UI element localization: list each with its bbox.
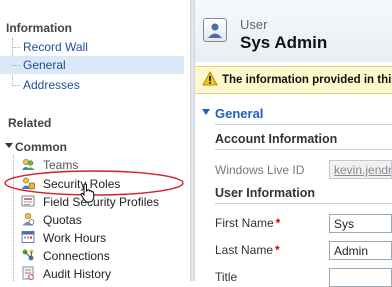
tree-branch [12, 85, 20, 86]
nav-item-quotas[interactable]: Quotas [43, 213, 82, 227]
user-avatar-icon [203, 18, 227, 42]
list-item[interactable] [21, 230, 35, 247]
windows-live-id-field: kevin.jendro [329, 160, 392, 179]
connections-icon [22, 249, 34, 261]
account-information-title: Account Information [215, 132, 338, 146]
nav-item-connections[interactable]: Connections [43, 249, 110, 263]
warning-icon [202, 71, 218, 86]
list-item[interactable] [21, 266, 35, 283]
form-pane: User Sys Admin The information provided … [195, 0, 392, 287]
nav-item-audit-history[interactable]: Audit History [43, 267, 111, 281]
work-hours-icon [21, 231, 35, 243]
collapse-arrow-icon[interactable] [5, 143, 13, 148]
first-name-label-text: First Name [215, 216, 274, 230]
nav-item-work-hours[interactable]: Work Hours [43, 231, 106, 245]
first-name-label: First Name * [215, 216, 280, 230]
last-name-input[interactable]: Admin [329, 241, 392, 260]
section-title-general[interactable]: General [215, 106, 263, 121]
nav-item-addresses[interactable]: Addresses [23, 78, 80, 92]
tree-branch [12, 47, 20, 48]
nav-item-general[interactable]: General [23, 58, 66, 72]
tree-branch [12, 65, 20, 66]
notification-text: The information provided in this [222, 74, 392, 86]
last-name-label-text: Last Name [215, 243, 274, 257]
user-information-title: User Information [215, 186, 316, 200]
section-collapse-icon[interactable] [202, 109, 210, 115]
first-name-input[interactable]: Sys [329, 214, 392, 233]
subsection-divider [215, 149, 392, 150]
left-navigation: Information Record Wall General Addresse… [0, 0, 190, 281]
windows-live-id-label: Windows Live ID [215, 163, 305, 177]
last-name-label: Last Name * [215, 243, 280, 257]
common-section-title[interactable]: Common [15, 140, 67, 154]
title-label: Title [215, 270, 238, 284]
user-icon [208, 23, 222, 38]
entity-type-label: User [240, 17, 268, 32]
information-section-title: Information [6, 21, 72, 35]
title-input[interactable] [329, 268, 392, 287]
nav-item-record-wall[interactable]: Record Wall [23, 40, 88, 54]
quotas-icon [22, 212, 35, 226]
list-item[interactable] [21, 248, 35, 265]
required-marker: * [275, 243, 280, 257]
audit-history-icon [22, 266, 34, 280]
subsection-divider [215, 203, 392, 204]
hand-cursor-icon [80, 183, 95, 203]
record-title: Sys Admin [240, 33, 328, 52]
section-divider [215, 124, 392, 125]
list-item[interactable] [21, 212, 35, 229]
required-marker: * [275, 216, 281, 230]
related-section-title: Related [8, 116, 52, 130]
